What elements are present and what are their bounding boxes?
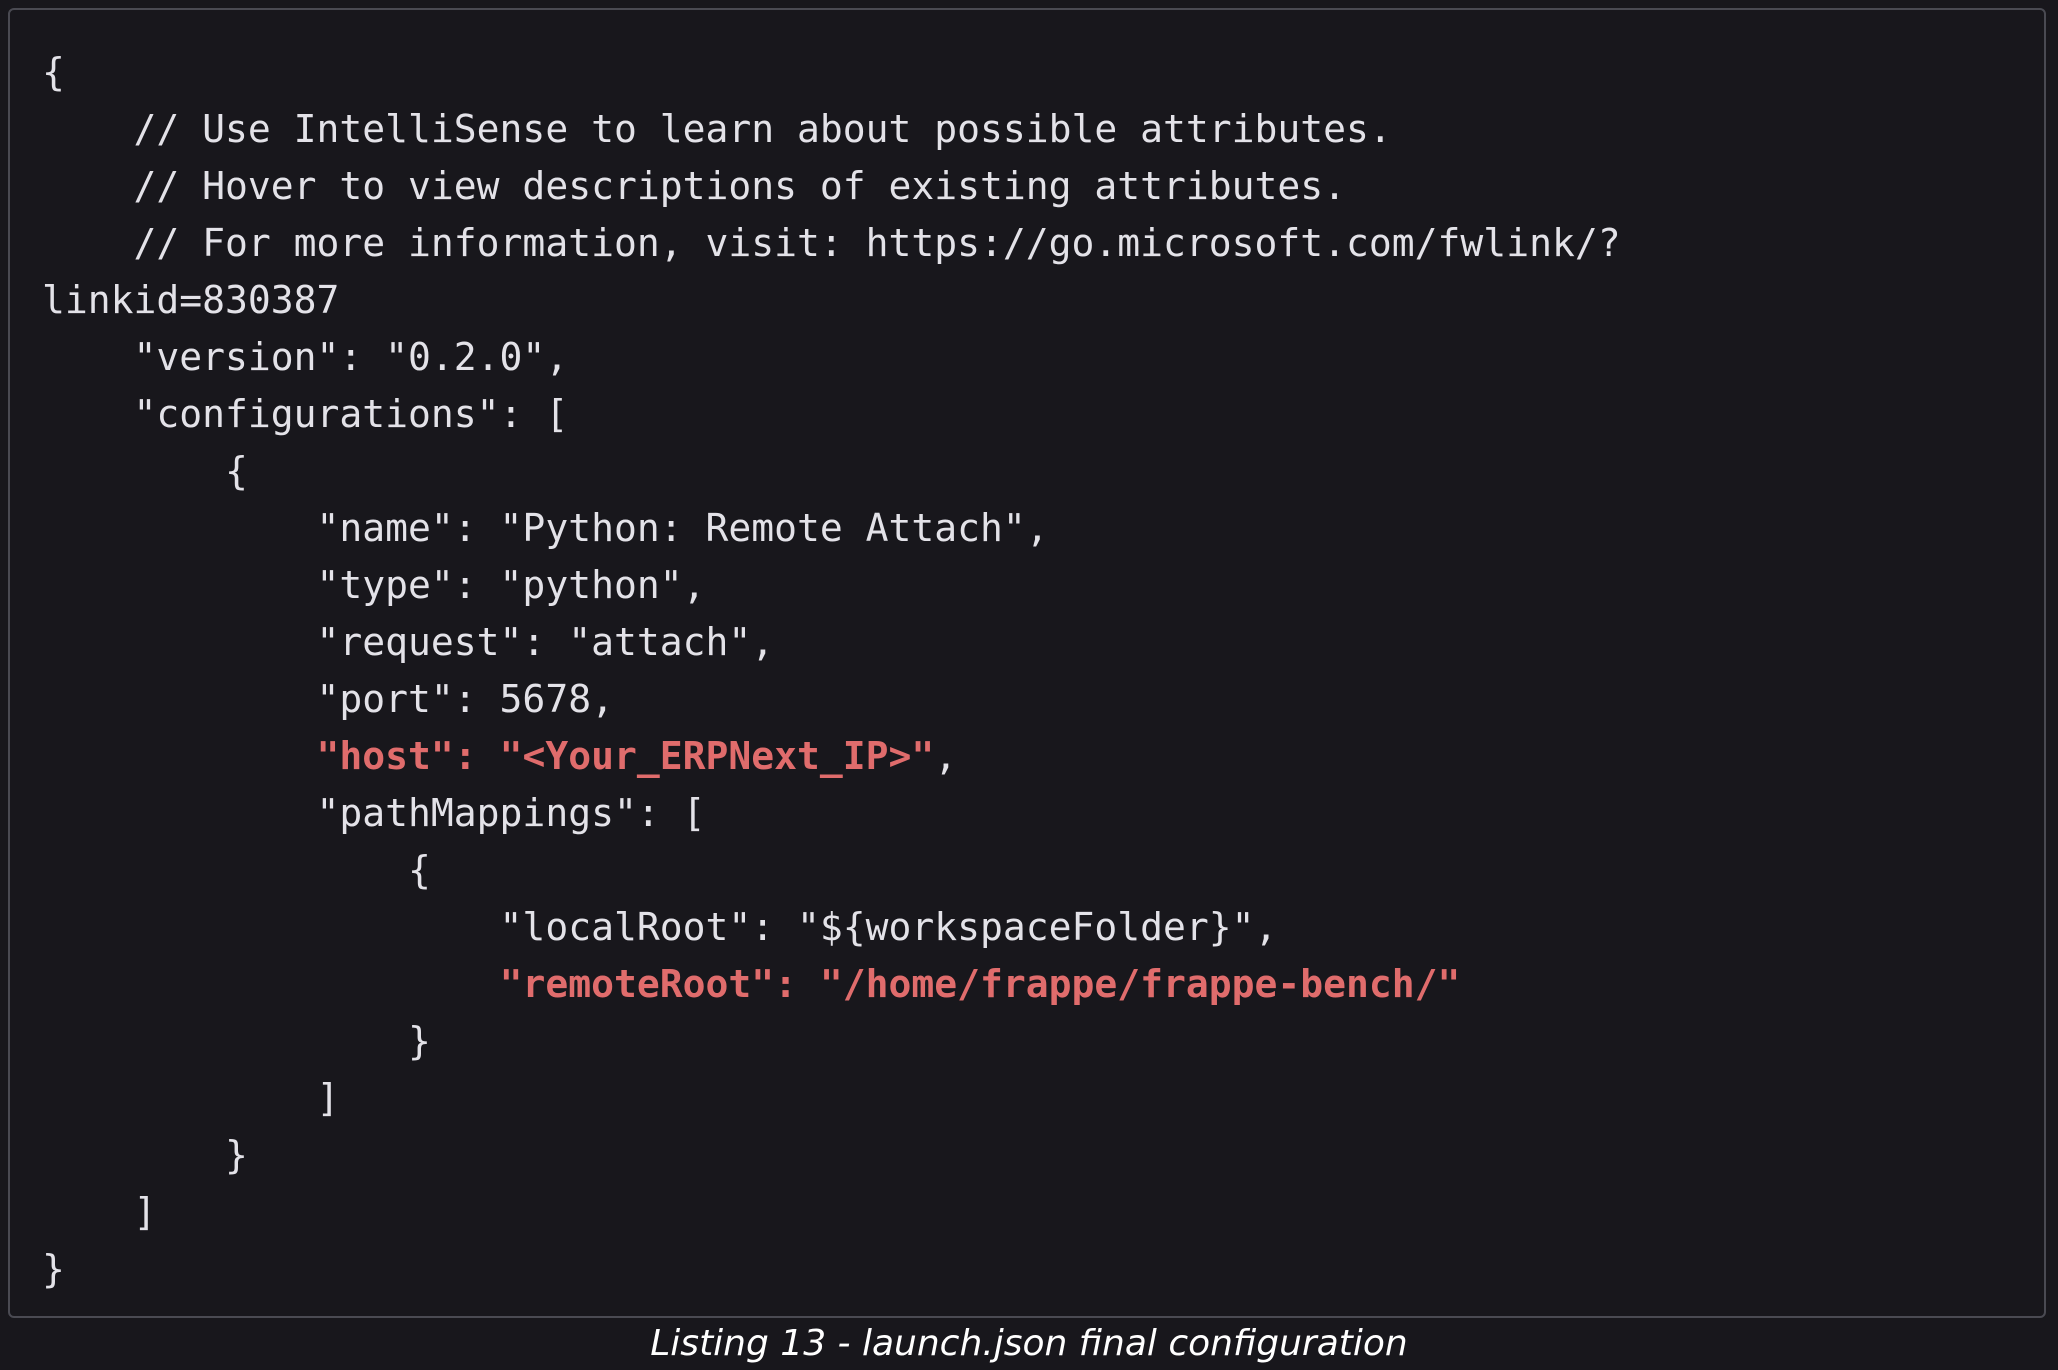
code-line: "remoteRoot": "/home/frappe/frappe-bench… [499,962,1461,1006]
code-line: "type": "python", [42,563,706,607]
code-line: "port": 5678, [42,677,614,721]
listing-caption: Listing 13 - launch.json final configura… [650,1323,1408,1364]
code-line: linkid=830387 [42,278,340,322]
code-line: } [42,1247,65,1291]
code-line: } [42,1133,248,1177]
code-line: "localRoot": "${workspaceFolder}", [42,905,1278,949]
code-line: } [42,1019,431,1063]
code-line: { [42,449,248,493]
code-line: { [42,848,431,892]
code-line: "name": "Python: Remote Attach", [42,506,1049,550]
code-line: // Hover to view descriptions of existin… [42,164,1347,208]
code-line: "request": "attach", [42,620,775,664]
code-line: { [42,50,65,94]
code-line: "configurations": [ [42,392,569,436]
code-line: // Use IntelliSense to learn about possi… [42,107,1392,151]
code-line: // For more information, visit: https://… [42,221,1621,265]
code-line: "version": "0.2.0", [42,335,569,379]
code-line: "host": "<Your_ERPNext_IP>", [316,734,958,778]
code-block: { // Use IntelliSense to learn about pos… [42,44,1621,1298]
code-line: ] [42,1190,157,1234]
code-line: "pathMappings": [ [42,791,706,835]
code-listing-frame: { // Use IntelliSense to learn about pos… [8,8,2046,1318]
code-line: ] [42,1076,340,1120]
